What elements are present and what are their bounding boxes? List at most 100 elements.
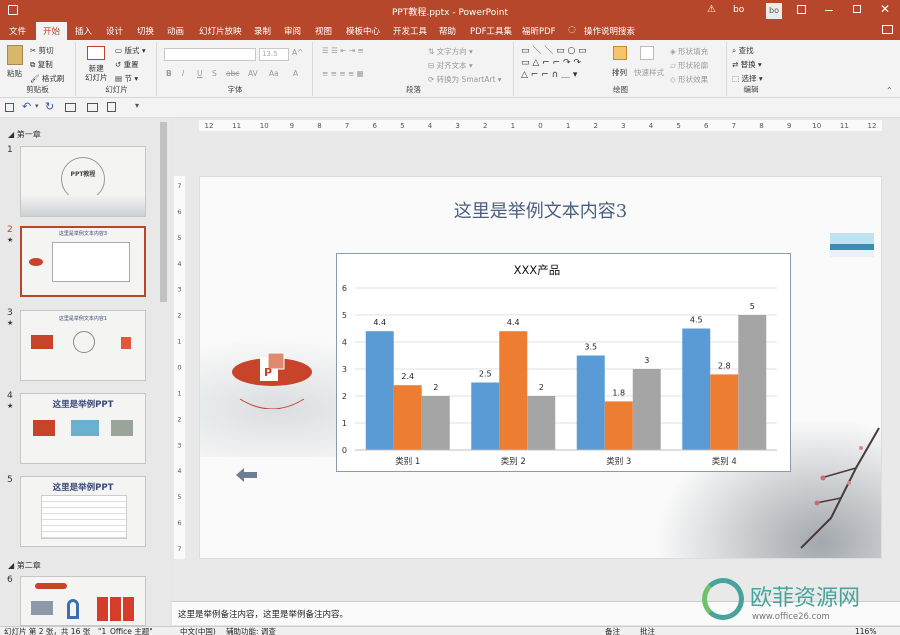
tab-design[interactable]: 设计 [106,25,123,37]
chart-frame[interactable]: XXX产品 0 1 2 3 4 5 6 类别 1 4.4 2.4 2 类别 2 2.5 4.4 2 类别 3 3.… [336,253,791,472]
quick-styles-icon[interactable] [640,46,654,60]
qat-save-icon[interactable] [5,103,14,112]
customize-qat-icon[interactable]: ▾ [135,101,139,110]
tab-slideshow[interactable]: 幻灯片放映 [199,25,242,37]
avatar[interactable]: bo [766,3,782,19]
close-button[interactable]: ✕ [880,2,890,16]
slide-title[interactable]: 这里是举例文本内容3 [200,197,881,223]
quick-access-toolbar: ↶ ▾ ↻ ▾ [0,98,900,118]
section-1[interactable]: ◢ 第一章 [8,129,41,140]
tab-pdf-tools[interactable]: PDF工具集 [470,25,512,37]
copy-button[interactable]: ⧉ 复制 [30,59,53,70]
shadow-button[interactable]: S [212,69,217,78]
font-size-select[interactable]: 13.5 [259,48,289,61]
slide-thumbnail-3[interactable]: 这里是举例文本内容1 [20,310,146,381]
tab-transitions[interactable]: 切换 [137,25,154,37]
ruler-tick-label: 12 [205,122,214,130]
ruler-tick-label: 11 [232,122,241,130]
ruler-tick-label: 6 [177,519,181,527]
tab-insert[interactable]: 插入 [75,25,92,37]
zoom-level[interactable]: 116% [855,627,876,635]
tab-record[interactable]: 录制 [254,25,271,37]
thumb-2-ppt-icon [29,258,43,266]
shapes-gallery[interactable]: ▭ ＼ ＼ ▭ ○ ▭ ▭ △ ⌐ ⌐ ↷ ↷ △ ⌐ ⌐ ∩ ＿ ▾ [521,45,587,81]
tab-developer[interactable]: 开发工具 [393,25,427,37]
slide-canvas[interactable]: 这里是举例文本内容3 P XXX产品 0 1 2 3 4 5 6 类别 1 4.4 2.4 2 类别 2… [199,176,882,559]
replace-button[interactable]: ⇄ 替换 ▾ [732,59,762,70]
comments-button[interactable]: 批注 [640,627,655,635]
change-case-button[interactable]: Aa [269,69,279,78]
grow-font-icon[interactable]: A^ [292,48,303,57]
notes-button[interactable]: 备注 [605,627,620,635]
layout-button[interactable]: ▭ 版式 ▾ [115,45,146,56]
format-painter-button[interactable]: 🖌 格式刷 [30,73,64,84]
undo-dropdown-icon[interactable]: ▾ [35,102,39,110]
align-icons[interactable]: ≡ ≡ ≡ ≡ ▦ [322,69,364,78]
maximize-button[interactable] [853,5,861,13]
minimize-button[interactable] [825,10,833,11]
select-button[interactable]: ⬚ 选择 ▾ [732,73,763,84]
slide-thumbnail-5[interactable]: 这里是举例PPT [20,476,146,547]
strikethrough-button[interactable]: abc [226,69,239,78]
slide-thumbnail-2[interactable]: 这里是举例文本内容3 [20,226,146,297]
tab-review[interactable]: 审阅 [284,25,301,37]
cut-button[interactable]: ✂ 剪切 [30,45,54,56]
arrange-button[interactable]: 排列 [612,67,627,78]
collapse-ribbon-icon[interactable]: ⌃ [886,86,893,95]
ribbon-display-icon[interactable] [797,5,806,14]
x-tick-label: 类别 4 [712,456,737,467]
char-spacing-button[interactable]: AV [248,69,258,78]
paste-button[interactable]: 粘贴 [7,68,22,79]
accessibility-status[interactable]: 辅助功能: 调查 [226,627,276,635]
present-icon[interactable] [87,103,98,112]
user-name[interactable]: bo [733,5,744,15]
slide-thumbnail-4[interactable]: 这里是举例PPT [20,393,146,464]
tell-me-search[interactable]: 操作说明搜索 [584,25,635,37]
italic-button[interactable]: I [182,69,184,78]
tab-help[interactable]: 帮助 [439,25,456,37]
bar-chart[interactable]: XXX产品 0 1 2 3 4 5 6 类别 1 4.4 2.4 2 类别 2 2.5 4.4 2 类别 3 3.… [337,254,792,473]
slide-thumbnail-1[interactable]: PPT教程 [20,146,146,217]
section-button[interactable]: ▤ 节 ▾ [115,73,138,84]
bold-button[interactable]: B [166,69,172,78]
editing-group-label: 编辑 [743,85,759,94]
tab-animations[interactable]: 动画 [167,25,184,37]
paste-icon[interactable] [7,45,23,65]
ruler-tick-label: 0 [538,122,542,130]
shape-fill-button[interactable]: ◈ 形状填充 [670,46,708,57]
redo-icon[interactable]: ↻ [45,100,54,113]
thumbnails-scrollbar[interactable] [160,122,167,302]
tab-view[interactable]: 视图 [315,25,332,37]
undo-icon[interactable]: ↶ [22,100,31,113]
cut-label: 剪切 [38,46,54,55]
tab-file[interactable]: 文件 [9,25,26,37]
quick-styles-button[interactable]: 快速样式 [634,67,664,78]
start-slideshow-icon[interactable] [65,103,76,112]
new-slide-button[interactable]: 新建 幻灯片 [85,64,108,82]
tab-template-center[interactable]: 模板中心 [346,25,380,37]
vertical-ruler: 7 6 5 4 3 2 1 0 1 2 3 4 5 6 7 [174,176,185,559]
ruler-tick-label: 0 [177,364,181,372]
touch-mode-icon[interactable] [107,102,116,112]
underline-button[interactable]: U [197,69,203,78]
slide-thumbnail-6[interactable] [20,576,146,626]
tab-home[interactable]: 开始 [36,22,68,40]
new-slide-icon[interactable] [87,46,105,60]
bullets-icon[interactable]: ☰ ☰ ⇤ ⇥ ≡ [322,46,364,55]
bar [604,401,633,450]
comment-icon[interactable] [882,25,893,34]
text-direction-button[interactable]: ⇅ 文字方向 ▾ [428,46,473,57]
back-arrow-icon[interactable] [235,467,259,483]
reset-button[interactable]: ↺ 重置 [115,59,139,70]
font-color-button[interactable]: A [293,69,298,78]
tab-foxit-pdf[interactable]: 福昕PDF [522,25,556,37]
arrange-icon[interactable] [613,46,627,60]
find-button[interactable]: ⌕ 查找 [732,45,754,56]
language[interactable]: 中文(中国) [180,627,216,635]
shape-outline-button[interactable]: ▱ 形状轮廓 [670,60,708,71]
align-text-button[interactable]: ⊟ 对齐文本 ▾ [428,60,473,71]
section-2[interactable]: ◢ 第二章 [8,560,41,571]
landscape-photo [830,233,874,257]
font-name-select[interactable] [164,48,256,61]
thumb-1-title: PPT教程 [70,171,96,178]
